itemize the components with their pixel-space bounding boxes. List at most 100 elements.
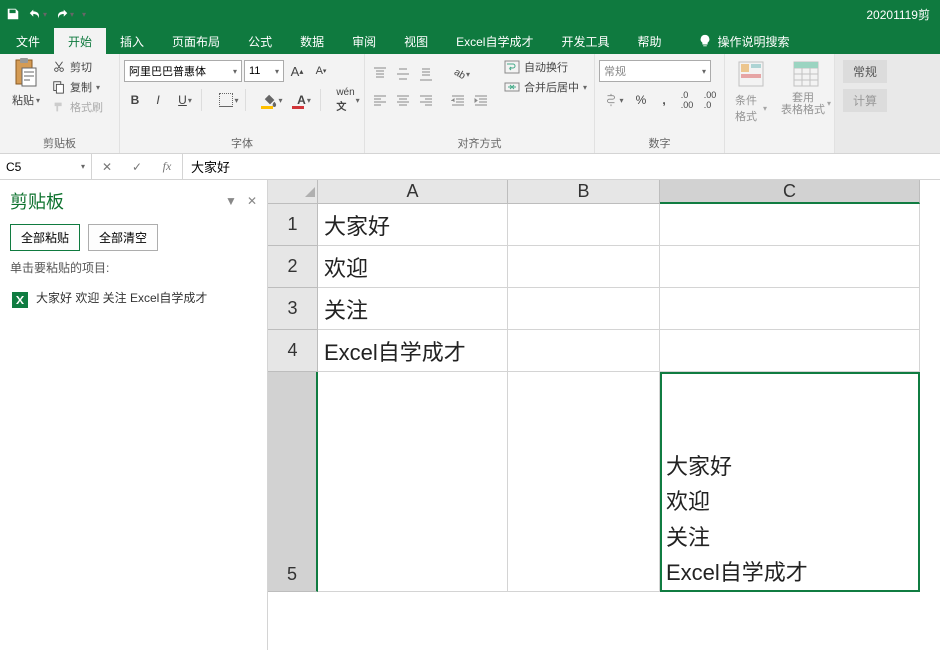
italic-button[interactable]: I xyxy=(147,89,169,111)
align-middle-button[interactable] xyxy=(392,63,414,85)
group-label-font: 字体 xyxy=(124,133,360,153)
conditional-formatting-button[interactable]: 条件格式▾ xyxy=(729,56,773,126)
align-left-button[interactable] xyxy=(369,90,391,112)
align-center-button[interactable] xyxy=(392,90,414,112)
tab-developer[interactable]: 开发工具 xyxy=(547,28,623,54)
fill-color-button[interactable]: ▾ xyxy=(258,89,288,111)
wrap-text-button[interactable]: 自动换行 xyxy=(502,58,589,76)
orientation-button[interactable]: ab▾ xyxy=(447,63,477,85)
col-header-C[interactable]: C xyxy=(660,180,920,204)
currency-icon xyxy=(604,93,618,107)
name-box[interactable]: C5▾ xyxy=(0,154,92,179)
increase-decimal-button[interactable]: .0.00 xyxy=(676,89,698,111)
tab-data[interactable]: 数据 xyxy=(286,28,338,54)
merge-center-button[interactable]: 合并后居中▾ xyxy=(502,78,589,96)
col-header-B[interactable]: B xyxy=(508,180,660,204)
cancel-entry-button[interactable]: ✕ xyxy=(92,160,122,174)
insert-function-button[interactable]: fx xyxy=(152,159,182,174)
separator xyxy=(245,89,257,111)
tab-file[interactable]: 文件 xyxy=(2,28,54,54)
increase-indent-button[interactable] xyxy=(470,90,492,112)
cell-B3[interactable] xyxy=(508,288,660,330)
border-button[interactable]: ▾ xyxy=(214,89,244,111)
cell-B1[interactable] xyxy=(508,204,660,246)
tab-page-layout[interactable]: 页面布局 xyxy=(158,28,234,54)
underline-button[interactable]: U▾ xyxy=(170,89,200,111)
group-alignment: ab▾ 自动换行 合并后居中▾ xyxy=(365,54,595,153)
pane-options-button[interactable]: ▼ xyxy=(225,194,237,208)
border-icon xyxy=(219,93,233,107)
percent-button[interactable]: % xyxy=(630,89,652,111)
group-styles: 条件格式▾ 套用 表格格式▾ xyxy=(725,54,835,153)
tab-insert[interactable]: 插入 xyxy=(106,28,158,54)
tab-review[interactable]: 审阅 xyxy=(338,28,390,54)
undo-button[interactable]: ▾ xyxy=(28,7,47,21)
decrease-decimal-button[interactable]: .00.0 xyxy=(699,89,721,111)
document-title: 20201119剪 xyxy=(86,6,934,23)
confirm-entry-button[interactable]: ✓ xyxy=(122,160,152,174)
cell-A4[interactable]: Excel自学成才 xyxy=(318,330,508,372)
cell-C3[interactable] xyxy=(660,288,920,330)
decrease-font-button[interactable]: A▾ xyxy=(310,60,332,82)
paste-all-button[interactable]: 全部粘贴 xyxy=(10,224,80,251)
tell-me-search[interactable]: 操作说明搜索 xyxy=(684,28,804,54)
col-header-A[interactable]: A xyxy=(318,180,508,204)
formula-input[interactable] xyxy=(183,154,940,179)
paste-button[interactable]: 粘贴▾ xyxy=(4,56,48,110)
worksheet[interactable]: A B C 1 大家好 2 欢迎 3 关注 4 Excel自学成才 xyxy=(268,180,940,650)
cell-C2[interactable] xyxy=(660,246,920,288)
redo-button[interactable]: ▾ xyxy=(55,7,74,21)
view-calc-button[interactable]: 计算 xyxy=(843,89,887,112)
tab-view[interactable]: 视图 xyxy=(390,28,442,54)
cell-A3[interactable]: 关注 xyxy=(318,288,508,330)
cell-C1[interactable] xyxy=(660,204,920,246)
select-all-corner[interactable] xyxy=(268,180,318,204)
group-label-alignment: 对齐方式 xyxy=(369,133,590,153)
row-header-2[interactable]: 2 xyxy=(268,246,318,288)
cell-B5[interactable] xyxy=(508,372,660,592)
cell-A2[interactable]: 欢迎 xyxy=(318,246,508,288)
clipboard-item[interactable]: 大家好 欢迎 关注 Excel自学成才 xyxy=(10,284,257,314)
font-name-select[interactable]: 阿里巴巴普惠体▾ xyxy=(124,60,242,82)
cell-B2[interactable] xyxy=(508,246,660,288)
format-painter-button[interactable]: 格式刷 xyxy=(50,98,105,116)
phonetic-button[interactable]: wén文▾ xyxy=(333,89,363,111)
cell-A1[interactable]: 大家好 xyxy=(318,204,508,246)
cell-B4[interactable] xyxy=(508,330,660,372)
accounting-format-button[interactable]: ▾ xyxy=(599,89,629,111)
save-button[interactable] xyxy=(6,7,20,21)
font-color-button[interactable]: A▾ xyxy=(289,89,319,111)
titlebar: ▾ ▾ ▾ 20201119剪 xyxy=(0,0,940,28)
number-format-select[interactable]: 常规▾ xyxy=(599,60,711,82)
align-right-button[interactable] xyxy=(415,90,437,112)
clear-all-button[interactable]: 全部清空 xyxy=(88,224,158,251)
increase-font-button[interactable]: A▴ xyxy=(286,60,308,82)
comma-button[interactable]: , xyxy=(653,89,675,111)
tab-addin[interactable]: Excel自学成才 xyxy=(442,28,547,54)
copy-button[interactable]: 复制▾ xyxy=(50,78,105,96)
quick-access-toolbar: ▾ ▾ ▾ xyxy=(6,7,86,21)
align-top-button[interactable] xyxy=(369,63,391,85)
row-header-5[interactable]: 5 xyxy=(268,372,318,592)
excel-icon xyxy=(12,292,28,308)
format-as-table-button[interactable]: 套用 表格格式▾ xyxy=(775,56,837,118)
cut-button[interactable]: 剪切 xyxy=(50,58,105,76)
tab-home[interactable]: 开始 xyxy=(54,28,106,54)
cell-A5[interactable] xyxy=(318,372,508,592)
decrease-indent-button[interactable] xyxy=(447,90,469,112)
row-header-4[interactable]: 4 xyxy=(268,330,318,372)
row-header-1[interactable]: 1 xyxy=(268,204,318,246)
view-normal-button[interactable]: 常规 xyxy=(843,60,887,83)
table-icon xyxy=(790,58,822,90)
align-bottom-button[interactable] xyxy=(415,63,437,85)
cell-C4[interactable] xyxy=(660,330,920,372)
row-header-3[interactable]: 3 xyxy=(268,288,318,330)
scissors-icon xyxy=(52,60,66,74)
pane-close-button[interactable]: ✕ xyxy=(247,194,257,208)
cell-C5[interactable]: 大家好 欢迎 关注 Excel自学成才 xyxy=(660,372,920,592)
bold-button[interactable]: B xyxy=(124,89,146,111)
tab-help[interactable]: 帮助 xyxy=(624,28,676,54)
clipboard-item-text: 大家好 欢迎 关注 Excel自学成才 xyxy=(36,290,207,307)
font-size-select[interactable]: 11▾ xyxy=(244,60,284,82)
tab-formulas[interactable]: 公式 xyxy=(234,28,286,54)
